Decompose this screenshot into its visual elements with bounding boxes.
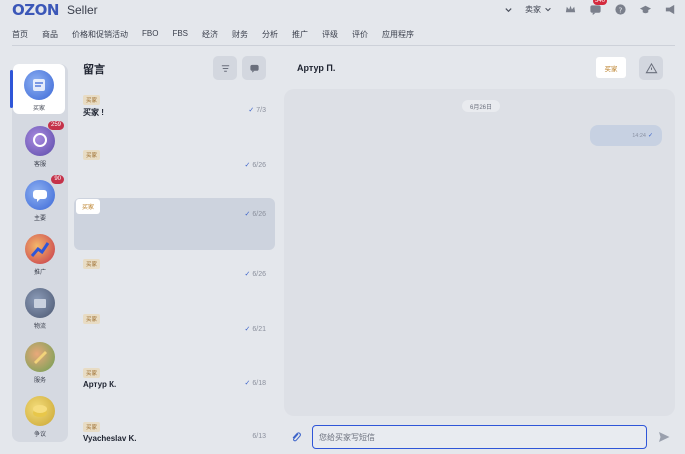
rail-item-logistics[interactable]: 物流 <box>12 282 68 332</box>
new-chat-button[interactable] <box>242 56 266 80</box>
promotion-icon <box>25 234 55 264</box>
conversation-item-selected[interactable]: 买家 ✓ 6/26 <box>74 198 275 250</box>
nav-item-rating[interactable]: 评级 <box>322 29 338 40</box>
nav-item-fbo[interactable]: FBO <box>142 29 158 40</box>
announcement-icon[interactable] <box>664 3 677 16</box>
top-right-controls: 卖家 340 ? <box>503 0 677 16</box>
buyer-icon <box>24 70 54 100</box>
warning-icon <box>645 62 657 73</box>
nav-item-fbs[interactable]: FBS <box>172 29 188 40</box>
buyer-tag: 买家 <box>83 150 101 160</box>
conversation-item[interactable]: 买家 买家 ! ✓ 7/3 <box>74 94 275 146</box>
buyer-tag: 买家 <box>83 259 101 269</box>
buyer-tag: 买家 <box>83 95 101 105</box>
nav-item-apps[interactable]: 应用程序 <box>382 29 414 40</box>
nav-item-promotion[interactable]: 推广 <box>292 29 308 40</box>
buyer-tag: 买家 <box>76 199 101 214</box>
read-check-icon: ✓ <box>244 211 251 218</box>
disputes-icon <box>25 396 55 426</box>
rail-item-buyer[interactable]: 买家 <box>10 64 65 114</box>
chat-contact-name: Артур П. <box>297 63 336 73</box>
buyer-tag: 买家 <box>83 368 101 378</box>
conversation-item[interactable]: 买家 ✓ 6/26 <box>74 149 275 201</box>
seller-select-label: 卖家 <box>525 4 541 14</box>
logo-subtitle: Seller <box>67 3 98 17</box>
read-check-icon: ✓ <box>244 271 251 278</box>
nav-item-prices-promotions[interactable]: 价格和促销活动 <box>72 29 128 40</box>
logistics-icon <box>25 288 55 318</box>
rail-item-label: 物流 <box>33 324 46 330</box>
outgoing-message[interactable]: 14:24 ✓ <box>590 125 662 146</box>
help-icon[interactable]: ? <box>614 3 627 16</box>
message-meta: 14:24 ✓ <box>632 132 653 140</box>
buyer-tag: 买家 <box>83 422 101 432</box>
read-check-icon: ✓ <box>244 162 251 169</box>
conversation-date: ✓ 6/26 <box>244 161 267 170</box>
nav-item-products[interactable]: 商品 <box>42 29 58 40</box>
nav-item-reviews[interactable]: 评价 <box>352 29 368 40</box>
send-icon[interactable] <box>657 430 671 444</box>
conversation-item[interactable]: 买家 ✓ 6/26 <box>74 258 275 310</box>
conversation-date: 6/13 <box>252 433 266 440</box>
nav-item-finance[interactable]: 财务 <box>232 29 248 40</box>
conversation-name: 买家 ! <box>83 108 104 117</box>
message-time: 14:24 <box>632 132 646 139</box>
rail-item-promotion[interactable]: 推广 <box>12 228 68 278</box>
rail-item-main[interactable]: 90 主要 <box>12 174 68 224</box>
read-check-icon: ✓ <box>248 107 255 114</box>
seller-select[interactable]: 卖家 <box>525 4 552 15</box>
conversation-date: ✓ 6/26 <box>244 270 267 279</box>
conversation-item[interactable]: 买家 ✓ 6/21 <box>74 313 275 365</box>
chat-buyer-tag: 买家 <box>596 57 626 78</box>
svg-text:?: ? <box>619 5 623 14</box>
rail-item-label: 买家 <box>32 106 45 112</box>
conversation-item[interactable]: 买家 Артур К. ✓ 6/18 <box>74 367 275 419</box>
notifications-badge: 340 <box>593 0 608 5</box>
conversation-date: ✓ 6/18 <box>244 379 267 388</box>
rail-item-label: 服务 <box>33 378 46 384</box>
chevron-down-icon <box>545 7 551 12</box>
support-badge: 259 <box>47 121 64 130</box>
read-check-icon: ✓ <box>647 133 653 139</box>
conversation-name: Артур К. <box>83 380 117 389</box>
chat-bubble-icon <box>249 64 259 73</box>
conversation-item[interactable]: 买家 Vyacheslav K. 6/13 <box>74 421 275 454</box>
nav-item-home[interactable]: 首页 <box>12 29 28 40</box>
messages-title: 留言 <box>83 64 105 76</box>
nav-item-analytics[interactable]: 分析 <box>262 29 278 40</box>
rail-item-label: 推广 <box>33 270 46 276</box>
nav-divider <box>12 45 675 46</box>
conversation-name: Vyacheslav K. <box>83 434 137 443</box>
support-icon: 259 <box>25 121 64 156</box>
main-badge: 90 <box>51 175 64 184</box>
rail-item-label: 主要 <box>33 216 46 222</box>
read-check-icon: ✓ <box>244 380 251 387</box>
report-button[interactable] <box>639 56 663 80</box>
buyer-tag: 买家 <box>83 314 101 324</box>
chat-notifications-icon[interactable]: 340 <box>589 0 608 16</box>
filter-icon <box>221 64 229 72</box>
conversation-date: ✓ 7/3 <box>248 106 266 115</box>
main-chat-icon: 90 <box>25 175 64 210</box>
rail-item-support[interactable]: 259 客服 <box>12 120 68 170</box>
graduation-cap-icon[interactable] <box>639 3 652 16</box>
filter-button[interactable] <box>213 56 237 80</box>
message-input[interactable] <box>312 425 647 449</box>
rail-item-services[interactable]: 服务 <box>12 336 68 386</box>
services-icon <box>25 342 55 372</box>
conversation-date: ✓ 6/21 <box>244 325 267 334</box>
paperclip-icon[interactable] <box>290 431 302 443</box>
conversation-date: ✓ 6/26 <box>244 210 267 219</box>
rail-item-label: 争议 <box>33 432 46 438</box>
ozon-logo[interactable]: OZON <box>12 1 59 19</box>
rail-item-label: 客服 <box>33 162 46 168</box>
rail-item-disputes[interactable]: 争议 <box>12 390 68 440</box>
chat-category-rail: 买家 259 客服 90 主要 推广 物流 服务 争议 <box>10 64 68 442</box>
nav-item-economy[interactable]: 经济 <box>202 29 218 40</box>
read-check-icon: ✓ <box>244 326 251 333</box>
date-separator: 6月26日 <box>462 100 500 112</box>
crown-icon[interactable] <box>564 3 577 16</box>
main-nav: 首页 商品 价格和促销活动 FBO FBS 经济 财务 分析 推广 评级 评价 … <box>12 29 428 40</box>
chevron-down-icon[interactable] <box>503 4 513 14</box>
